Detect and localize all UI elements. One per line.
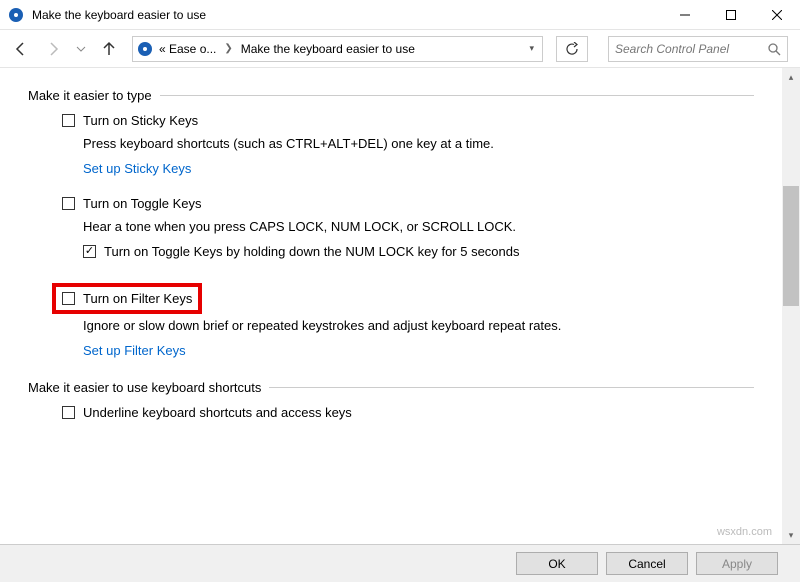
search-placeholder: Search Control Panel bbox=[615, 42, 761, 56]
scroll-up-arrow[interactable]: ▴ bbox=[782, 68, 800, 86]
maximize-button[interactable] bbox=[708, 0, 754, 29]
window-title: Make the keyboard easier to use bbox=[32, 8, 662, 22]
toggle-keys-description: Hear a tone when you press CAPS LOCK, NU… bbox=[62, 219, 754, 234]
main-content: Make it easier to type Turn on Sticky Ke… bbox=[0, 68, 782, 452]
scroll-thumb[interactable] bbox=[783, 186, 799, 306]
sticky-keys-checkbox[interactable] bbox=[62, 114, 75, 127]
section-legend: Make it easier to use keyboard shortcuts bbox=[28, 380, 269, 395]
setup-sticky-keys-link[interactable]: Set up Sticky Keys bbox=[62, 161, 191, 176]
toggle-keys-numlock-label: Turn on Toggle Keys by holding down the … bbox=[104, 244, 520, 259]
ease-of-access-icon bbox=[137, 41, 153, 57]
toggle-keys-label: Turn on Toggle Keys bbox=[83, 196, 202, 211]
section-legend: Make it easier to type bbox=[28, 88, 160, 103]
sticky-keys-description: Press keyboard shortcuts (such as CTRL+A… bbox=[62, 136, 754, 151]
titlebar: Make the keyboard easier to use bbox=[0, 0, 800, 30]
refresh-button[interactable] bbox=[556, 36, 588, 62]
section-keyboard-shortcuts: Make it easier to use keyboard shortcuts… bbox=[28, 380, 754, 432]
up-button[interactable] bbox=[100, 40, 118, 58]
underline-shortcuts-label: Underline keyboard shortcuts and access … bbox=[83, 405, 352, 420]
recent-dropdown[interactable] bbox=[76, 40, 86, 58]
ease-of-access-icon bbox=[8, 7, 24, 23]
close-button[interactable] bbox=[754, 0, 800, 29]
underline-shortcuts-checkbox[interactable] bbox=[62, 406, 75, 419]
filter-keys-checkbox[interactable] bbox=[62, 292, 75, 305]
toggle-keys-checkbox[interactable] bbox=[62, 197, 75, 210]
watermark: wsxdn.com bbox=[717, 526, 772, 538]
vertical-scrollbar[interactable]: ▴ ▾ bbox=[782, 68, 800, 544]
search-input[interactable]: Search Control Panel bbox=[608, 36, 788, 62]
back-button[interactable] bbox=[12, 40, 30, 58]
chevron-down-icon[interactable]: ▾ bbox=[525, 43, 538, 54]
forward-button[interactable] bbox=[44, 40, 62, 58]
chevron-right-icon[interactable]: ❯ bbox=[222, 43, 234, 54]
toggle-keys-numlock-checkbox[interactable] bbox=[83, 245, 96, 258]
sticky-keys-label: Turn on Sticky Keys bbox=[83, 113, 198, 128]
search-icon bbox=[767, 42, 781, 56]
apply-button[interactable]: Apply bbox=[696, 552, 778, 575]
filter-keys-label: Turn on Filter Keys bbox=[83, 291, 192, 306]
dialog-footer: OK Cancel Apply bbox=[0, 544, 800, 582]
address-bar[interactable]: « Ease o... ❯ Make the keyboard easier t… bbox=[132, 36, 543, 62]
breadcrumb-segment[interactable]: Make the keyboard easier to use bbox=[241, 42, 415, 56]
filter-keys-description: Ignore or slow down brief or repeated ke… bbox=[62, 318, 754, 333]
section-make-easier-type: Make it easier to type Turn on Sticky Ke… bbox=[28, 88, 754, 368]
navbar: « Ease o... ❯ Make the keyboard easier t… bbox=[0, 30, 800, 68]
scroll-down-arrow[interactable]: ▾ bbox=[782, 526, 800, 544]
breadcrumb-segment[interactable]: « Ease o... bbox=[159, 42, 216, 56]
filter-keys-highlight: Turn on Filter Keys bbox=[52, 283, 202, 314]
setup-filter-keys-link[interactable]: Set up Filter Keys bbox=[62, 343, 186, 358]
cancel-button[interactable]: Cancel bbox=[606, 552, 688, 575]
ok-button[interactable]: OK bbox=[516, 552, 598, 575]
minimize-button[interactable] bbox=[662, 0, 708, 29]
